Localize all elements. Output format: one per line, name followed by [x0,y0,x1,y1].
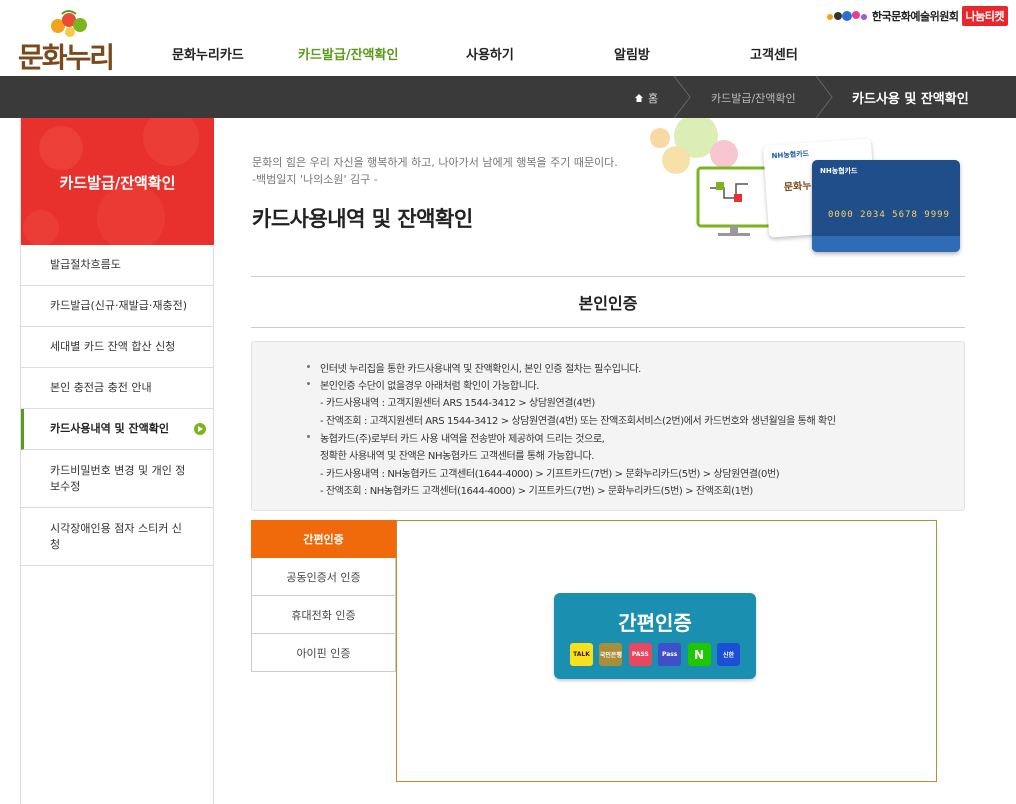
site-logo[interactable]: 문화누리 [18,8,118,74]
sidebar-item-label: 발급절차흐름도 [50,258,121,271]
partner-dots-icon [826,11,867,21]
info-line: - 잔액조회 : 고객지원센터 ARS 1544-3412 > 상담원연결(4번… [320,416,836,427]
breadcrumb-current: 카드사용 및 잔액확인 [852,92,969,107]
card-blue-brand: NH농협카드 [820,167,858,175]
card-blue-stripe [812,236,960,252]
sidebar-item-label: 본인 충전금 충전 안내 [50,381,152,394]
page-title: 카드사용내역 및 잔액확인 [252,207,473,231]
quote-text: 문화의 힘은 우리 자신을 행복하게 하고, 나아가서 남에게 행복을 주기 때… [252,156,618,169]
tab-certificate-auth[interactable]: 공동인증서 인증 [251,558,396,596]
auth-panel: 간편인증 TALK 국민은행 PASS Pass N 신한 [396,520,937,782]
kb-icon: 국민은행 [599,643,623,666]
nav-item-notice[interactable]: 알림방 [614,44,650,63]
shinhan-icon: 신한 [716,643,740,666]
chevron-right-icon [194,423,206,435]
partner-name: 한국문화예술위원회 [871,10,959,23]
sidebar-item-label: 카드발급(신규·재발급·재충전) [50,299,188,312]
partner-badge: 나눔티켓 [961,6,1008,26]
info-line: 정확한 사용내역 및 잔액은 NH농협카드 고객센터를 통해 가능합니다. [320,451,595,462]
divider [251,276,965,277]
breadcrumb-home[interactable]: 홈 [634,90,658,106]
info-line: 농협카드(주)로부터 카드 사용 내역을 전송받아 제공하여 드리는 것으로, [306,430,605,445]
partner-logo[interactable]: 한국문화예술위원회 나눔티켓 [826,6,1008,26]
home-icon [635,94,643,102]
sidebar-item-label: 카드사용내역 및 잔액확인 [50,422,169,435]
info-line: 인터넷 누리집을 통한 카드사용내역 및 잔액확인시, 본인 인증 절차는 필수… [307,360,641,375]
card-blue: NH농협카드 0000 2034 5678 9999 [812,160,960,252]
sidebar-item-issue-flow[interactable]: 발급절차흐름도 [21,245,214,286]
nav-item-usage[interactable]: 사용하기 [466,44,514,63]
section-title: 본인인증 [578,294,638,313]
tab-easy-auth[interactable]: 간편인증 [251,520,396,558]
sidebar-menu: 발급절차흐름도 카드발급(신규·재발급·재충전) 세대별 카드 잔액 합산 신청… [21,245,214,566]
quote-author: -백범일지 '나의소원' 김구 - [252,173,378,186]
sidebar-item-label: 시각장애인용 점자 스티커 신청 [50,521,182,551]
sidebar-item-card-issue[interactable]: 카드발급(신규·재발급·재충전) [21,286,214,327]
sidebar-item-password-change[interactable]: 카드비밀번호 변경 및 개인 정보수정 [21,450,214,508]
nav-item-customer-center[interactable]: 고객센터 [750,44,798,63]
sidebar-header: 카드발급/잔액확인 [21,118,214,245]
tab-phone-auth[interactable]: 휴대전화 인증 [251,596,396,634]
header-visual: NH농협카드 문화누리 NH농협카드 0000 2034 5678 9999 [640,118,970,258]
payco-icon: Pass [658,643,682,666]
divider [251,327,965,328]
sidebar: 카드발급/잔액확인 발급절차흐름도 카드발급(신규·재발급·재충전) 세대별 카… [20,118,214,804]
main-nav: 문화누리카드 카드발급/잔액확인 사용하기 알림방 고객센터 [140,44,1000,68]
logo-dots-icon [51,10,87,37]
easy-auth-label: 간편인증 [618,611,692,635]
card-white-brand: NH농협카드 [771,149,810,161]
sidebar-item-label: 카드비밀번호 변경 및 개인 정보수정 [50,463,186,493]
breadcrumb-separator-icon [815,76,833,118]
sidebar-item-usage-balance[interactable]: 카드사용내역 및 잔액확인 [21,409,214,450]
breadcrumb-home-label: 홈 [648,92,659,105]
sidebar-item-label: 세대별 카드 잔액 합산 신청 [50,340,176,353]
logo-text: 문화누리 [18,41,115,74]
site-header: 문화누리 문화누리카드 카드발급/잔액확인 사용하기 알림방 고객센터 한국문화… [0,0,1016,76]
nav-item-card-issue[interactable]: 카드발급/잔액확인 [298,44,398,63]
sidebar-item-household-sum[interactable]: 세대별 카드 잔액 합산 신청 [21,327,214,368]
breadcrumb: 홈 카드발급/잔액확인 카드사용 및 잔액확인 [0,76,1016,118]
info-box: 인터넷 누리집을 통한 카드사용내역 및 잔액확인시, 본인 인증 절차는 필수… [251,341,965,511]
sidebar-item-self-charge[interactable]: 본인 충전금 충전 안내 [21,368,214,409]
info-line: - 잔액조회 : NH농협카드 고객센터(1644-4000) > 기프트카드(… [320,486,753,497]
kakao-icon: TALK [570,643,593,666]
breadcrumb-middle[interactable]: 카드발급/잔액확인 [711,90,796,106]
card-number: 0000 2034 5678 9999 [828,210,950,220]
nav-item-culture-card[interactable]: 문화누리카드 [172,44,244,63]
easy-auth-button[interactable]: 간편인증 TALK 국민은행 PASS Pass N 신한 [554,593,756,679]
tab-ipin-auth[interactable]: 아이핀 인증 [251,634,396,672]
sidebar-title: 카드발급/잔액확인 [59,174,176,192]
sidebar-item-braille-sticker[interactable]: 시각장애인용 점자 스티커 신청 [21,508,214,566]
info-line: - 카드사용내역 : 고객지원센터 ARS 1544-3412 > 상담원연결(… [320,398,595,409]
naver-icon: N [687,643,711,666]
auth-tabs: 간편인증 공동인증서 인증 휴대전화 인증 아이핀 인증 [251,520,396,672]
info-line: 본인인증 수단이 없을경우 아래처럼 확인이 가능합니다. [306,377,539,392]
breadcrumb-separator-icon [673,76,691,118]
info-line: - 카드사용내역 : NH농협카드 고객센터(1644-4000) > 기프트카… [320,469,780,480]
easy-auth-providers: TALK 국민은행 PASS Pass N 신한 [570,643,740,667]
pass-icon: PASS [628,643,652,666]
